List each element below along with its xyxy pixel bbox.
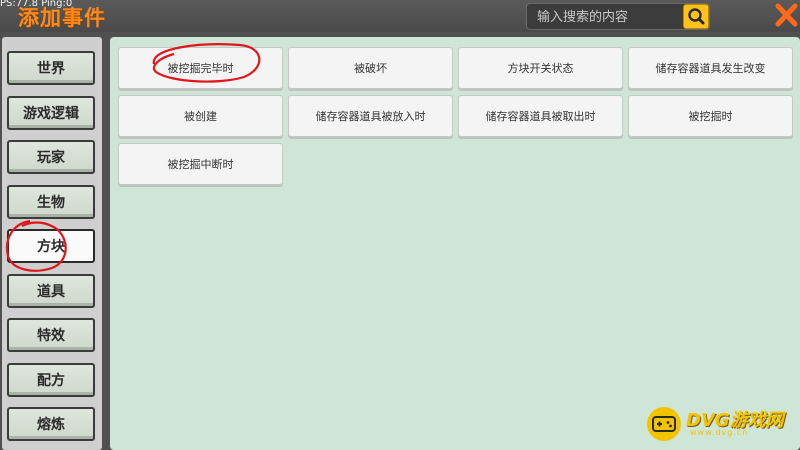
event-button-destroyed[interactable]: 被破坏: [288, 47, 453, 89]
event-button-switch-state[interactable]: 方块开关状态: [458, 47, 623, 89]
category-sidebar: 世界 游戏逻辑 玩家 生物 方块 道具 特效 配方 熔炼: [2, 37, 102, 450]
event-button-dig-interrupted[interactable]: 被挖掘中断时: [118, 143, 283, 185]
gamepad-logo-icon: [647, 407, 681, 441]
event-button-container-item-put-in[interactable]: 储存容器道具被放入时: [288, 95, 453, 137]
close-icon: [775, 3, 798, 27]
page-title: 添加事件: [18, 6, 106, 30]
search-button[interactable]: [683, 4, 709, 29]
search-input[interactable]: [535, 5, 679, 29]
sidebar-item-block[interactable]: 方块: [7, 229, 95, 263]
sidebar-item-creature[interactable]: 生物: [7, 185, 95, 219]
event-button-being-dug[interactable]: 被挖掘时: [628, 95, 793, 137]
header-bar: PS:77.8 Ping:0 添加事件: [0, 0, 800, 32]
event-button-dug-finished[interactable]: 被挖掘完毕时: [118, 47, 283, 89]
search-box: [526, 3, 710, 30]
sidebar-item-player[interactable]: 玩家: [7, 140, 95, 174]
sidebar-item-item[interactable]: 道具: [7, 274, 95, 308]
watermark-url: www.dvg.cn: [690, 428, 749, 437]
sidebar-item-effect[interactable]: 特效: [7, 318, 95, 352]
event-list-panel: 被挖掘完毕时 被破坏 方块开关状态 储存容器道具发生改变 被创建 储存容器道具被…: [110, 37, 800, 450]
event-button-created[interactable]: 被创建: [118, 95, 283, 137]
site-watermark: DVG游戏网 www.dvg.cn: [640, 404, 800, 444]
sidebar-item-smelting[interactable]: 熔炼: [7, 407, 95, 441]
close-button[interactable]: [772, 0, 800, 30]
sidebar-item-game-logic[interactable]: 游戏逻辑: [7, 96, 95, 130]
sidebar-item-world[interactable]: 世界: [7, 51, 95, 85]
sidebar-item-recipe[interactable]: 配方: [7, 363, 95, 397]
event-button-container-item-taken-out[interactable]: 储存容器道具被取出时: [458, 95, 623, 137]
search-icon: [688, 8, 705, 25]
event-button-container-changed[interactable]: 储存容器道具发生改变: [628, 47, 793, 89]
